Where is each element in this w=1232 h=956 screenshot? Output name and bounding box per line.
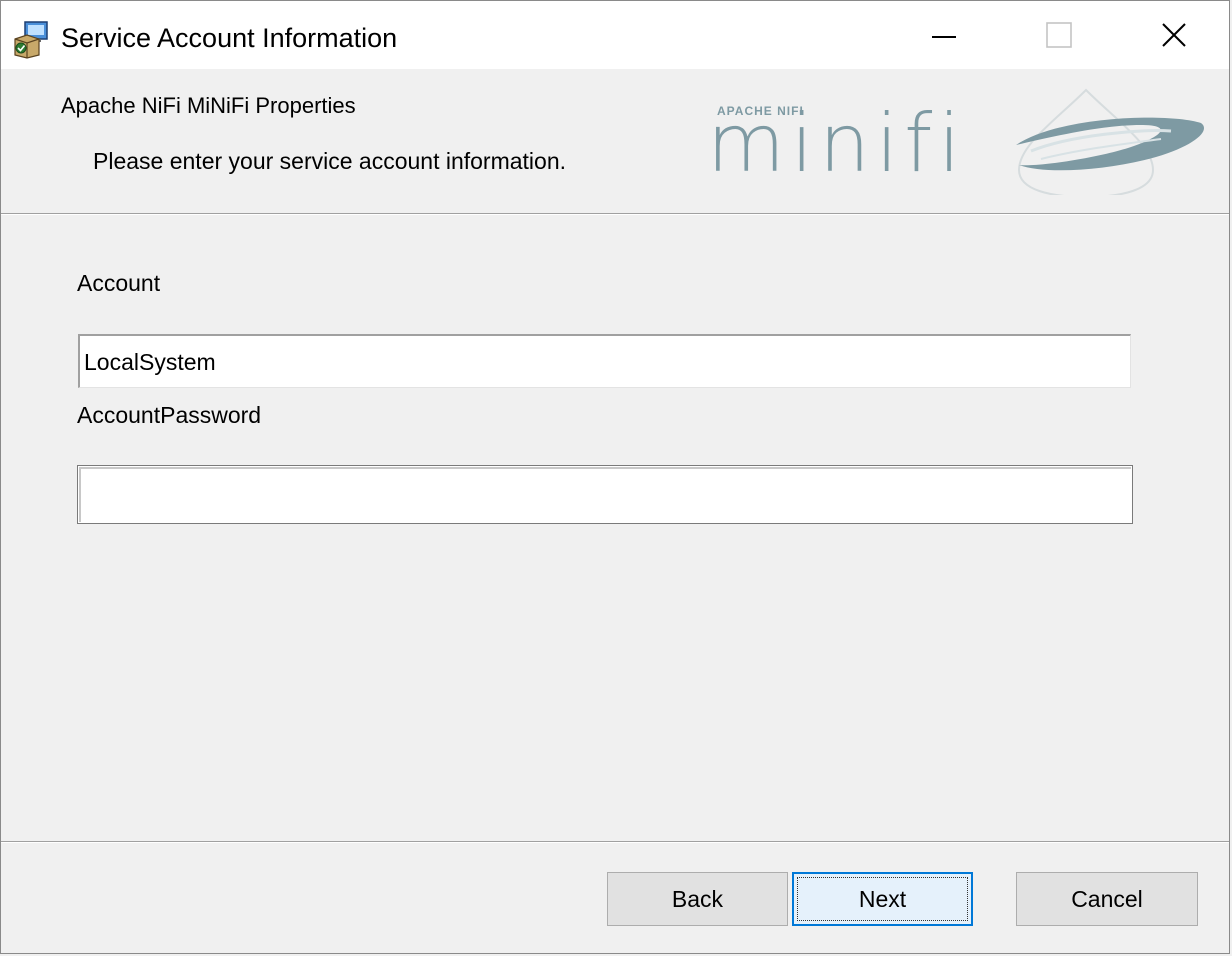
close-icon: [1162, 23, 1186, 47]
close-button[interactable]: [1119, 1, 1229, 69]
account-input[interactable]: [78, 334, 1131, 388]
header-divider: [1, 213, 1229, 215]
dialog-description: Please enter your service account inform…: [93, 148, 567, 174]
minimize-icon: [932, 36, 956, 38]
account-password-label: AccountPassword: [77, 402, 262, 428]
account-password-input[interactable]: [77, 465, 1133, 524]
installer-window: Service Account Information Apache NiFi …: [0, 0, 1230, 954]
title-bar: Service Account Information: [1, 1, 1229, 69]
next-button-label: Next: [858, 885, 907, 912]
logo-brand-text: minifi: [707, 97, 966, 190]
minifi-logo: APACHE NIFI minifi: [707, 88, 1204, 195]
cancel-button[interactable]: Cancel: [1016, 872, 1198, 926]
next-button[interactable]: Next: [792, 872, 973, 926]
window-title: Service Account Information: [61, 23, 398, 53]
maximize-icon: [1046, 22, 1072, 48]
back-button[interactable]: Back: [607, 872, 788, 926]
dialog-header: Apache NiFi MiNiFi Properties Please ent…: [1, 69, 1229, 213]
footer-divider: [1, 841, 1229, 843]
minimize-button[interactable]: [889, 1, 999, 69]
installer-package-icon: [14, 21, 48, 59]
account-label: Account: [77, 270, 161, 296]
maximize-button[interactable]: [1004, 1, 1114, 69]
dialog-title: Apache NiFi MiNiFi Properties: [61, 93, 356, 118]
